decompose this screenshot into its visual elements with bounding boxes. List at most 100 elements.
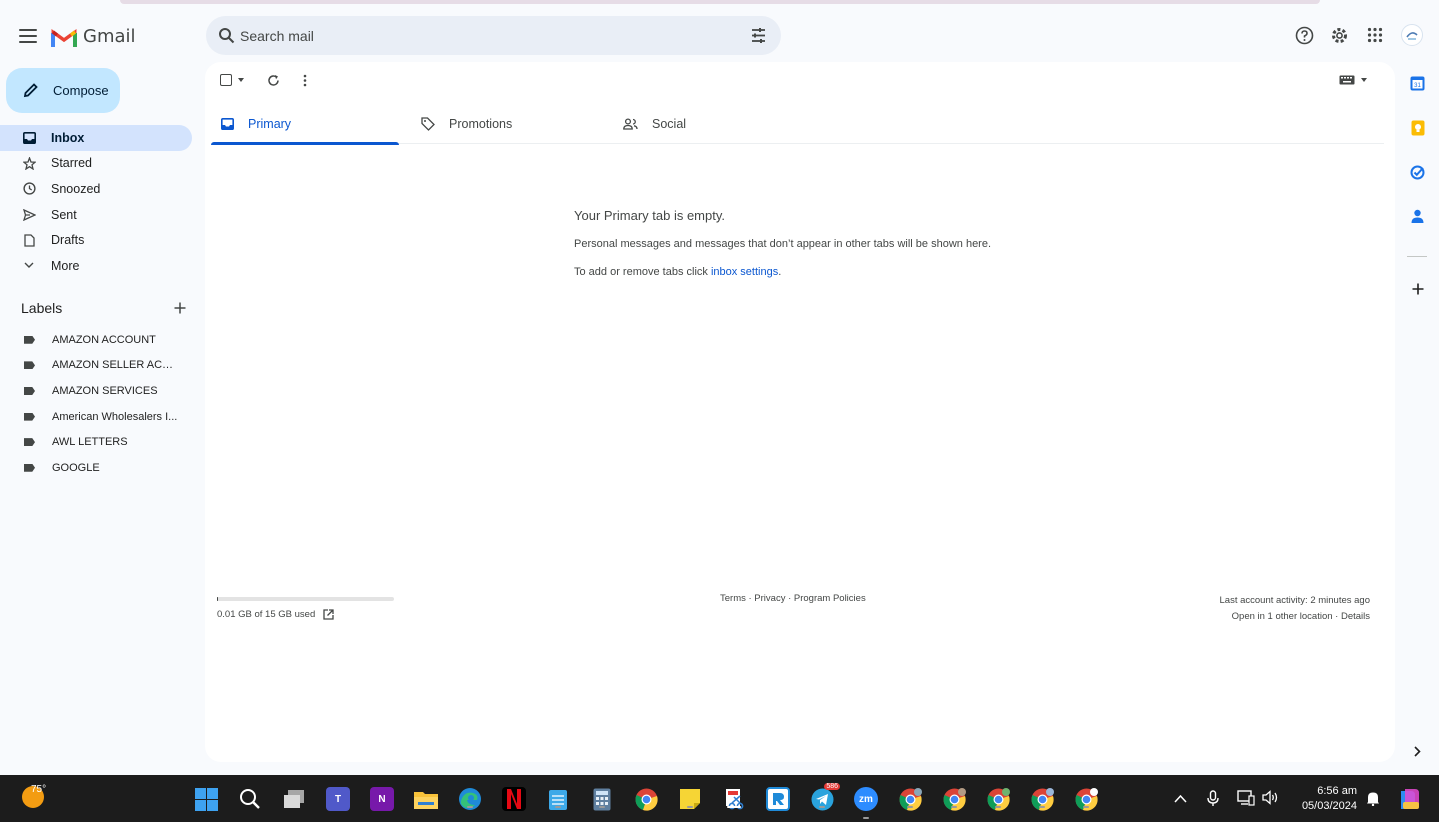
settings-gear-icon[interactable] [1329, 25, 1349, 45]
more-options-icon[interactable] [303, 72, 307, 88]
search-options-icon[interactable] [750, 27, 767, 44]
label-item[interactable]: American Wholesalers I... [0, 404, 192, 430]
contacts-icon[interactable] [1409, 208, 1426, 225]
volume-icon[interactable] [1262, 790, 1279, 808]
activity-details-link[interactable]: Open in 1 other location · Details [1220, 609, 1370, 625]
inbox-settings-link[interactable]: inbox settings [711, 266, 778, 278]
running-indicator [1039, 806, 1045, 808]
storage-fill [217, 597, 219, 601]
compose-label: Compose [53, 83, 109, 98]
tab-primary[interactable]: Primary [211, 104, 399, 145]
network-icon[interactable] [1237, 790, 1255, 809]
inbox-icon [22, 131, 36, 145]
storage-bar [217, 597, 394, 601]
weather-temperature: 75° [31, 784, 47, 795]
chrome-profile-5-icon[interactable] [1074, 787, 1098, 811]
label-tag-icon [24, 438, 35, 447]
footer-links[interactable]: Terms · Privacy · Program Policies [720, 593, 866, 604]
notifications-do-not-disturb-icon[interactable] [1366, 791, 1380, 809]
svg-text:31: 31 [1414, 83, 1421, 89]
input-tools-icon[interactable] [1339, 72, 1367, 88]
running-indicator [687, 806, 693, 808]
compose-button[interactable]: Compose [6, 68, 120, 113]
show-hidden-icons-icon[interactable] [1174, 791, 1187, 806]
last-activity: Last account activity: 2 minutes ago [1219, 595, 1371, 606]
copilot-icon[interactable] [1397, 787, 1421, 814]
chrome-profile-3-icon[interactable] [986, 787, 1010, 811]
select-caret-icon[interactable] [238, 78, 244, 82]
task-view-icon[interactable] [282, 787, 306, 811]
label-item[interactable]: GOOGLE [0, 455, 192, 481]
input-tools-caret-icon[interactable] [1361, 78, 1367, 82]
clock-time: 6:56 am [1317, 785, 1357, 797]
notepad-icon[interactable] [546, 787, 570, 811]
sticky-notes-icon[interactable] [678, 787, 702, 811]
tab-promotions[interactable]: Promotions [411, 104, 599, 144]
add-label-icon[interactable] [174, 302, 186, 314]
calculator-icon[interactable] [590, 787, 614, 811]
label-item[interactable]: AMAZON ACCOUNT [0, 327, 192, 353]
storage-info: 0.01 GB of 15 GB used [217, 609, 334, 620]
microphone-icon[interactable] [1207, 790, 1219, 810]
clock-date: 05/03/2024 [1301, 800, 1357, 812]
tab-label: Promotions [449, 117, 513, 131]
sidebar-item-inbox[interactable]: Inbox [0, 125, 192, 151]
keep-icon[interactable] [1409, 119, 1426, 136]
send-icon [22, 208, 36, 222]
sidebar-item-drafts[interactable]: Drafts [0, 227, 192, 253]
remote-app-icon[interactable] [766, 787, 790, 811]
chrome-profile-2-icon[interactable] [942, 787, 966, 811]
select-all-checkbox[interactable] [220, 72, 244, 88]
tag-icon [421, 117, 435, 131]
system-clock[interactable]: 6:56 am 05/03/2024 [1292, 784, 1357, 814]
sidebar-item-more[interactable]: More [0, 253, 192, 279]
chrome-profile-4-icon[interactable] [1030, 787, 1054, 811]
help-icon[interactable] [1294, 25, 1314, 45]
refresh-icon[interactable] [267, 72, 280, 88]
empty-state-hint: To add or remove tabs click inbox settin… [574, 266, 781, 278]
sidebar-item-snoozed[interactable]: Snoozed [0, 176, 192, 202]
account-avatar[interactable] [1401, 24, 1423, 46]
chrome-icon[interactable] [634, 787, 658, 811]
gmail-m-icon [51, 28, 77, 47]
taskbar-search-icon[interactable] [238, 787, 262, 811]
telegram-unread-badge: 586 [824, 783, 840, 790]
tab-label: Primary [248, 117, 292, 131]
people-icon [623, 118, 638, 130]
search-bar[interactable] [206, 16, 781, 55]
get-addons-icon[interactable] [1409, 280, 1426, 297]
edge-browser-icon[interactable] [458, 787, 482, 811]
tasks-icon[interactable] [1409, 164, 1426, 181]
search-input[interactable] [240, 16, 740, 55]
onenote-icon[interactable]: N [370, 787, 394, 811]
file-explorer-icon[interactable] [414, 787, 438, 811]
google-apps-icon[interactable] [1365, 25, 1385, 45]
sidebar-item-label: Drafts [51, 233, 85, 248]
label-tag-icon [24, 386, 35, 395]
zoom-icon[interactable]: zm [854, 787, 878, 819]
chrome-profile-1-icon[interactable] [898, 787, 922, 811]
main-menu-icon[interactable] [18, 26, 38, 46]
tab-social[interactable]: Social [613, 104, 801, 144]
netflix-icon[interactable] [502, 787, 526, 811]
telegram-icon[interactable]: 586 [810, 783, 840, 811]
label-item[interactable]: AMAZON SELLER ACCE... [0, 353, 192, 379]
open-external-icon[interactable] [323, 609, 334, 620]
show-side-panel-icon[interactable] [1409, 743, 1426, 760]
label-list: AMAZON ACCOUNT AMAZON SELLER ACCE... AMA… [0, 327, 192, 481]
teams-icon[interactable]: T [326, 787, 350, 811]
label-item[interactable]: AMAZON SERVICES [0, 378, 192, 404]
sidebar-item-sent[interactable]: Sent [0, 202, 192, 228]
label-item[interactable]: AWL LETTERS [0, 429, 192, 455]
clock-icon [22, 182, 36, 196]
start-button-icon[interactable] [194, 787, 218, 811]
search-icon[interactable] [218, 27, 235, 44]
snipping-tool-icon[interactable] [722, 787, 746, 811]
running-indicator [555, 806, 561, 808]
category-tabs: Primary Promotions Social [211, 104, 1384, 145]
sidebar-item-starred[interactable]: Starred [0, 151, 192, 177]
label-tag-icon [24, 361, 35, 370]
gmail-logo[interactable]: Gmail [51, 26, 136, 47]
calendar-icon[interactable]: 31 [1409, 75, 1426, 92]
inbox-tab-icon [221, 118, 234, 130]
